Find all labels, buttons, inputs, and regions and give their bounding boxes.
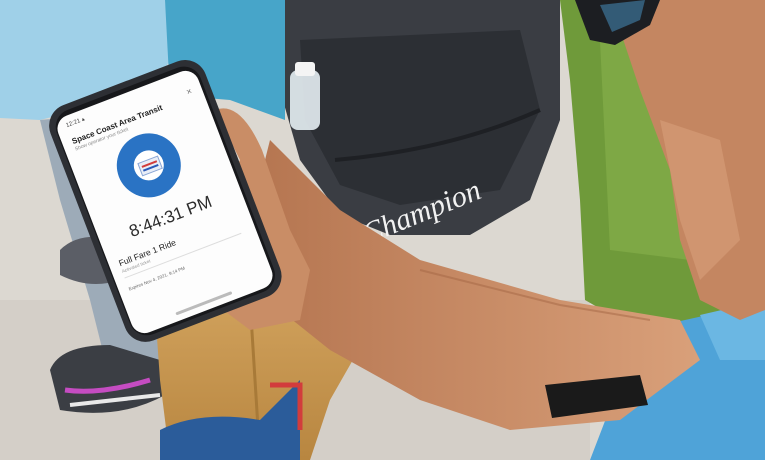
- ticket-expires: Expires Nov 4, 2021, 9:14 PM: [127, 265, 186, 292]
- transit-logo-icon: [137, 155, 163, 177]
- close-icon[interactable]: ✕: [185, 87, 193, 97]
- photo-scene: Champion 12:21 ▴ Space Coast Area Transi…: [0, 0, 765, 460]
- ring-inner: [129, 145, 169, 185]
- ticket-ring: [107, 124, 191, 207]
- water-bottle: [290, 70, 320, 130]
- status-bar-time: 12:21 ▴: [65, 116, 86, 130]
